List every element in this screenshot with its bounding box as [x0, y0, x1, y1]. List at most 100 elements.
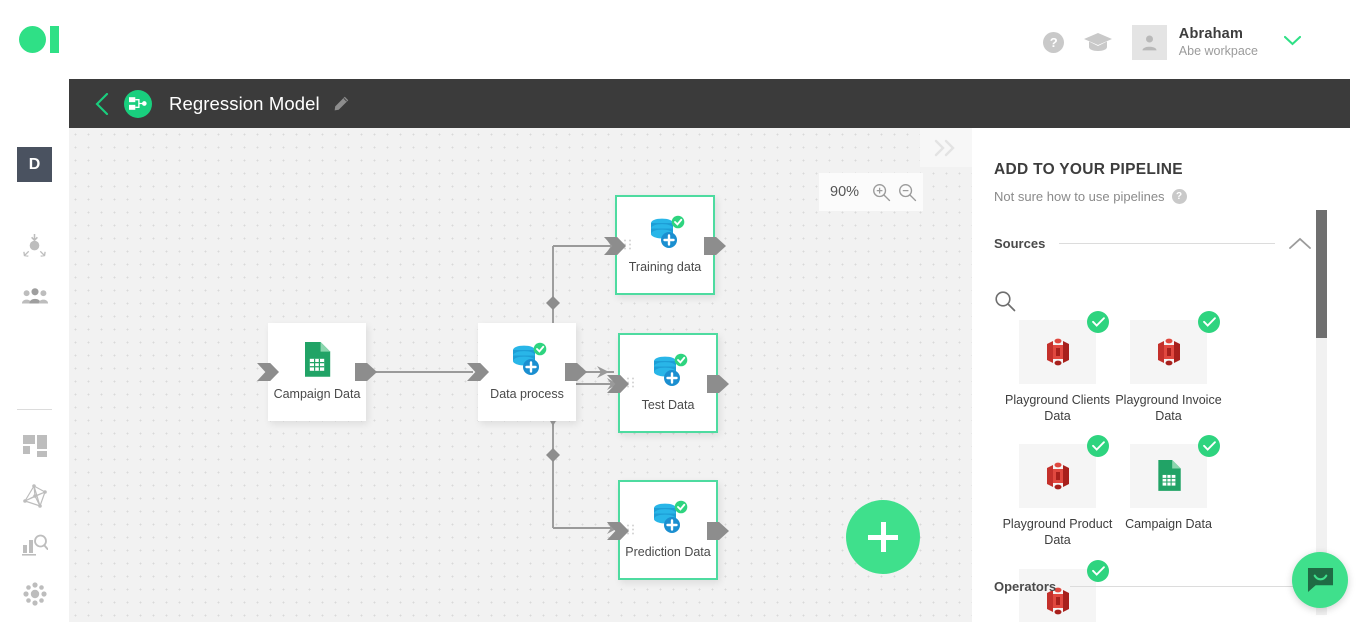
check-icon — [1202, 441, 1216, 452]
magnifier-minus-icon — [898, 183, 916, 201]
source-card-label: Playground Product Data — [1002, 517, 1113, 547]
edit-title-button[interactable] — [334, 96, 349, 111]
octopus-logo[interactable] — [19, 26, 69, 53]
source-thumb — [1019, 435, 1109, 509]
pipeline-header: Regression Model — [69, 79, 1350, 128]
top-actions: ? Abraham Abe workpace — [1032, 22, 1302, 62]
canvas-node-prediction-data[interactable]: Prediction Data — [607, 480, 729, 580]
sources-card-grid: Playground Clients Data Playground Invoi… — [1002, 311, 1322, 622]
source-thumb — [1130, 311, 1220, 384]
left-sidebar: D — [0, 79, 69, 622]
redshift-database-icon — [1157, 338, 1180, 366]
data-collect-icon — [23, 233, 46, 257]
chat-bubble-icon — [1307, 567, 1333, 593]
sources-search-input[interactable] — [994, 286, 1294, 316]
node-drag-grip[interactable] — [624, 239, 631, 251]
logo-dot — [19, 26, 46, 53]
panel-title: ADD TO YOUR PIPELINE — [994, 161, 1183, 178]
sidebar-item-ingest[interactable] — [17, 229, 52, 264]
google-sheets-icon — [1157, 460, 1181, 492]
sidebar-item-ai[interactable] — [17, 576, 52, 611]
people-group-icon — [21, 287, 48, 303]
pencil-edit-icon — [334, 96, 348, 111]
chevron-up-icon — [1289, 237, 1311, 249]
check-icon — [1091, 565, 1105, 576]
back-button[interactable] — [95, 92, 110, 115]
section-header-operators[interactable]: Operators — [994, 579, 1311, 594]
source-thumb — [1019, 311, 1109, 384]
magnifier-plus-icon — [872, 183, 890, 201]
canvas-node-campaign-data[interactable]: Campaign Data — [257, 323, 377, 421]
node-label: Data process — [490, 387, 564, 401]
user-name: Abraham — [1178, 25, 1244, 42]
top-bar: ? Abraham Abe workpace — [0, 0, 1365, 79]
source-card[interactable]: Pixel Behavioral Data — [1002, 559, 1113, 622]
chevron-down-icon — [1283, 35, 1302, 46]
pipeline-badge — [124, 89, 152, 118]
sidebar-item-audiences[interactable] — [17, 278, 52, 313]
graduation-cap-icon — [1083, 33, 1112, 51]
selected-check-badge — [1198, 435, 1220, 458]
selected-check-badge — [1198, 311, 1220, 333]
database-plus-icon — [654, 500, 688, 533]
database-plus-icon — [651, 215, 685, 248]
section-name: Operators — [994, 579, 1057, 594]
node-label: Campaign Data — [273, 387, 361, 401]
canvas-node-test-data[interactable]: Test Data — [607, 333, 729, 433]
section-rule — [1059, 243, 1275, 244]
canvas-node-data-process[interactable]: Data process — [467, 323, 587, 421]
help-button[interactable]: ? — [1032, 22, 1076, 62]
user-menu[interactable]: Abraham Abe workpace — [1131, 24, 1302, 60]
node-label: Test Data — [641, 398, 695, 412]
sidebar-item-graph[interactable] — [17, 478, 52, 513]
brain-icon — [22, 581, 47, 606]
section-toggle-sources[interactable] — [1289, 237, 1311, 250]
source-card[interactable]: Playground Product Data — [1002, 435, 1113, 548]
pipelines-help-icon[interactable]: ? — [1171, 189, 1187, 204]
sidebar-item-data[interactable]: D — [17, 147, 52, 182]
check-icon — [1091, 441, 1105, 452]
add-to-pipeline-panel: ADD TO YOUR PIPELINE Not sure how to use… — [972, 128, 1365, 622]
selected-check-badge — [1087, 435, 1109, 458]
canvas-node-training-data[interactable]: Training data — [604, 195, 726, 295]
check-icon — [1202, 317, 1216, 327]
node-label: Training data — [628, 260, 702, 274]
source-card-label: Playground Invoice Data — [1115, 393, 1222, 423]
user-caret[interactable] — [1283, 33, 1302, 51]
chart-search-icon — [21, 534, 48, 556]
pipeline-canvas[interactable]: Campaign Data Data process Training data… — [69, 128, 972, 622]
panel-scrollbar-thumb[interactable] — [1316, 210, 1327, 338]
sidebar-item-dashboards[interactable] — [17, 429, 52, 464]
source-card-label: Playground Clients Data — [1005, 393, 1110, 423]
dashboard-grid-icon — [22, 434, 47, 457]
user-avatar-icon — [1142, 35, 1157, 50]
page-title: Regression Model — [169, 92, 320, 114]
check-icon — [1091, 317, 1105, 327]
sidebar-item-analytics[interactable] — [17, 527, 52, 562]
collapse-panel-button[interactable] — [920, 128, 972, 167]
intercom-chat-button[interactable] — [1292, 552, 1348, 608]
source-card[interactable]: Playground Invoice Data — [1113, 311, 1224, 424]
section-header-sources[interactable]: Sources — [994, 236, 1311, 251]
source-thumb — [1130, 435, 1220, 509]
source-thumb — [1019, 559, 1109, 622]
source-card[interactable]: Campaign Data — [1113, 435, 1224, 548]
add-node-fab[interactable] — [846, 500, 920, 574]
avatar — [1131, 24, 1167, 60]
node-drag-grip[interactable] — [627, 377, 634, 389]
network-graph-icon — [22, 483, 47, 508]
database-plus-icon — [654, 353, 688, 386]
zoom-in-button[interactable] — [868, 179, 894, 205]
source-card-label: Campaign Data — [1125, 517, 1212, 532]
section-rule — [1070, 586, 1297, 587]
user-text: Abraham Abe workpace — [1179, 25, 1258, 59]
academy-button[interactable] — [1076, 22, 1120, 62]
node-drag-grip[interactable] — [627, 524, 634, 536]
source-card[interactable]: Playground Clients Data — [1002, 311, 1113, 424]
pipeline-node-icon — [129, 97, 147, 110]
zoom-out-button[interactable] — [894, 179, 920, 205]
zoom-level: 90% — [830, 184, 860, 200]
help-circle-icon: ? — [1043, 31, 1065, 53]
logo-bar — [50, 26, 59, 53]
database-plus-icon — [513, 342, 547, 375]
